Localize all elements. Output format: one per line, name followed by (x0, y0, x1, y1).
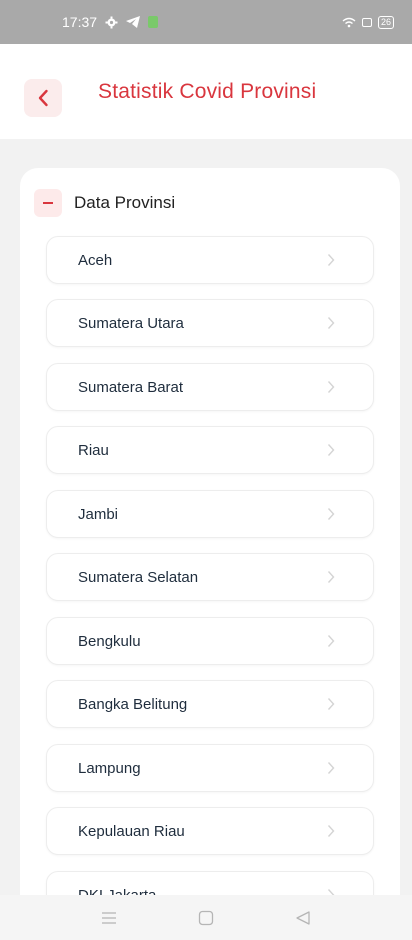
list-item-label: Sumatera Utara (78, 314, 184, 332)
list-item-bangka-belitung[interactable]: Bangka Belitung (46, 680, 374, 728)
system-nav-bar (0, 895, 412, 940)
chevron-right-icon (327, 316, 335, 330)
status-left: 17:37 (62, 14, 159, 30)
chevron-left-icon (38, 89, 48, 107)
chevron-right-icon (327, 697, 335, 711)
sim-icon (361, 17, 372, 27)
list-item-kepulauan-riau[interactable]: Kepulauan Riau (46, 807, 374, 855)
menu-icon (101, 911, 116, 924)
list-item-label: Lampung (78, 759, 141, 777)
system-back-button[interactable] (283, 903, 323, 933)
list-item-aceh[interactable]: Aceh (46, 236, 374, 284)
chevron-right-icon (327, 761, 335, 775)
list-item-label: Sumatera Barat (78, 378, 184, 396)
collapse-button[interactable] (34, 189, 62, 217)
list-item-label: Jambi (78, 505, 119, 523)
list-item-lampung[interactable]: Lampung (46, 744, 374, 792)
list-item-jambi[interactable]: Jambi (46, 490, 374, 538)
status-right: 26 (342, 15, 394, 29)
chevron-right-icon (327, 507, 335, 521)
home-button[interactable] (186, 903, 226, 933)
telegram-icon (126, 16, 141, 28)
status-bar: 17:37 26 (0, 0, 412, 44)
list-item-label: Riau (78, 441, 109, 459)
list-item-label: Aceh (78, 251, 113, 269)
list-item-sumatera-barat[interactable]: Sumatera Barat (46, 363, 374, 411)
square-icon (198, 910, 214, 925)
chevron-right-icon (327, 253, 335, 267)
chevron-right-icon (327, 443, 335, 457)
recent-apps-button[interactable] (89, 903, 129, 933)
settings-gear-icon (105, 16, 118, 29)
chevron-right-icon (327, 570, 335, 584)
section-header: Data Provinsi (34, 189, 175, 217)
wifi-icon (342, 17, 356, 28)
section-title: Data Provinsi (74, 193, 176, 212)
chevron-right-icon (327, 380, 335, 394)
minus-icon (43, 202, 53, 204)
chevron-right-icon (327, 824, 335, 838)
triangle-back-icon (296, 910, 310, 925)
province-card: Data Provinsi Aceh Sumatera Utara Sumate… (20, 168, 400, 928)
list-item-bengkulu[interactable]: Bengkulu (46, 617, 374, 665)
list-item-label: Kepulauan Riau (78, 822, 185, 840)
notes-app-icon (148, 16, 159, 28)
list-item-label: Bangka Belitung (78, 695, 188, 713)
battery-icon: 26 (377, 15, 394, 29)
status-time: 17:37 (62, 14, 98, 30)
list-item-label: Sumatera Selatan (78, 568, 199, 586)
chevron-right-icon (327, 634, 335, 648)
app-header: Statistik Covid Provinsi (0, 44, 412, 139)
list-item-sumatera-utara[interactable]: Sumatera Utara (46, 299, 374, 347)
page-title: Statistik Covid Provinsi (98, 80, 317, 103)
list-item-sumatera-selatan[interactable]: Sumatera Selatan (46, 553, 374, 601)
back-button[interactable] (24, 79, 62, 117)
list-item-riau[interactable]: Riau (46, 426, 374, 474)
list-item-label: Bengkulu (78, 632, 141, 650)
